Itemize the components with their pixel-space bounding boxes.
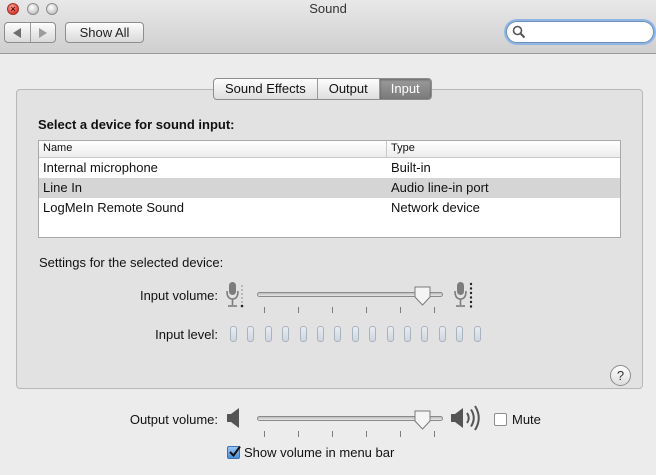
slider-tick xyxy=(366,431,367,437)
input-level-segment xyxy=(387,326,394,342)
table-row[interactable]: Internal microphone Built-in xyxy=(39,158,620,178)
preference-tabs: Sound Effects Output Input xyxy=(213,78,432,100)
slider-tick xyxy=(264,307,265,313)
input-level-segment xyxy=(352,326,359,342)
show-volume-in-menu-bar-checkbox[interactable] xyxy=(227,445,241,459)
device-name: LogMeIn Remote Sound xyxy=(43,200,184,215)
device-type: Built-in xyxy=(391,160,431,175)
tab-sound-effects[interactable]: Sound Effects xyxy=(214,79,317,99)
table-row[interactable]: LogMeIn Remote Sound Network device xyxy=(39,198,620,218)
microphone-high-icon xyxy=(454,281,476,312)
search-icon xyxy=(512,25,526,39)
microphone-low-icon xyxy=(226,281,246,312)
mute-label: Mute xyxy=(512,412,541,427)
device-list-heading: Select a device for sound input: xyxy=(38,117,235,132)
navigation-buttons xyxy=(4,22,56,43)
tab-output[interactable]: Output xyxy=(316,79,379,99)
chevron-right-icon xyxy=(38,27,47,38)
slider-tick xyxy=(332,307,333,313)
speaker-low-icon xyxy=(226,407,242,432)
column-header-type[interactable]: Type xyxy=(387,141,620,157)
input-level-segment xyxy=(439,326,446,342)
show-volume-in-menu-bar-label: Show volume in menu bar xyxy=(244,445,395,460)
search-field[interactable] xyxy=(506,21,654,43)
slider-tick xyxy=(434,307,435,313)
input-level-segment xyxy=(456,326,463,342)
slider-tick xyxy=(332,431,333,437)
slider-tick xyxy=(400,431,401,437)
slider-tick xyxy=(434,431,435,437)
input-level-segment xyxy=(474,326,481,342)
input-level-label: Input level: xyxy=(155,327,218,342)
output-volume-slider-knob[interactable] xyxy=(414,410,431,430)
show-all-button[interactable]: Show All xyxy=(65,22,144,43)
speaker-high-icon xyxy=(450,404,484,435)
slider-tick xyxy=(366,307,367,313)
input-level-segment xyxy=(369,326,376,342)
input-level-segment xyxy=(300,326,307,342)
device-type: Network device xyxy=(391,200,480,215)
input-volume-slider-knob[interactable] xyxy=(414,286,431,306)
sound-preferences-window: × Sound Show All Sound Effects Output In… xyxy=(0,0,656,475)
tab-input[interactable]: Input xyxy=(378,79,431,99)
input-level-segment xyxy=(334,326,341,342)
input-level-segment xyxy=(282,326,289,342)
tab-content-panel xyxy=(16,89,643,389)
slider-tick xyxy=(298,431,299,437)
input-level-segment xyxy=(230,326,237,342)
device-type: Audio line-in port xyxy=(391,180,489,195)
help-button[interactable]: ? xyxy=(610,365,631,386)
checkmark-icon xyxy=(228,445,241,458)
slider-tick xyxy=(400,307,401,313)
slider-tick xyxy=(298,307,299,313)
mute-checkbox[interactable] xyxy=(494,413,507,426)
window-toolbar: × Sound Show All xyxy=(0,0,656,54)
chevron-left-icon xyxy=(13,27,22,38)
input-level-segment xyxy=(317,326,324,342)
input-volume-label: Input volume: xyxy=(139,288,218,303)
back-button[interactable] xyxy=(5,23,30,42)
input-level-segment xyxy=(404,326,411,342)
table-header: Name Type xyxy=(39,141,620,158)
input-device-table: Name Type Internal microphone Built-in L… xyxy=(38,140,621,238)
device-name: Line In xyxy=(43,180,83,195)
device-name: Internal microphone xyxy=(43,160,158,175)
slider-tick xyxy=(264,431,265,437)
input-level-segment xyxy=(265,326,272,342)
output-volume-label: Output volume: xyxy=(129,412,218,427)
input-level-segment xyxy=(247,326,254,342)
input-level-segment xyxy=(421,326,428,342)
settings-heading: Settings for the selected device: xyxy=(39,255,224,270)
table-row-selected[interactable]: Line In Audio line-in port xyxy=(39,178,620,198)
forward-button[interactable] xyxy=(29,23,56,42)
column-header-name[interactable]: Name xyxy=(39,141,387,157)
window-title: Sound xyxy=(309,1,347,16)
